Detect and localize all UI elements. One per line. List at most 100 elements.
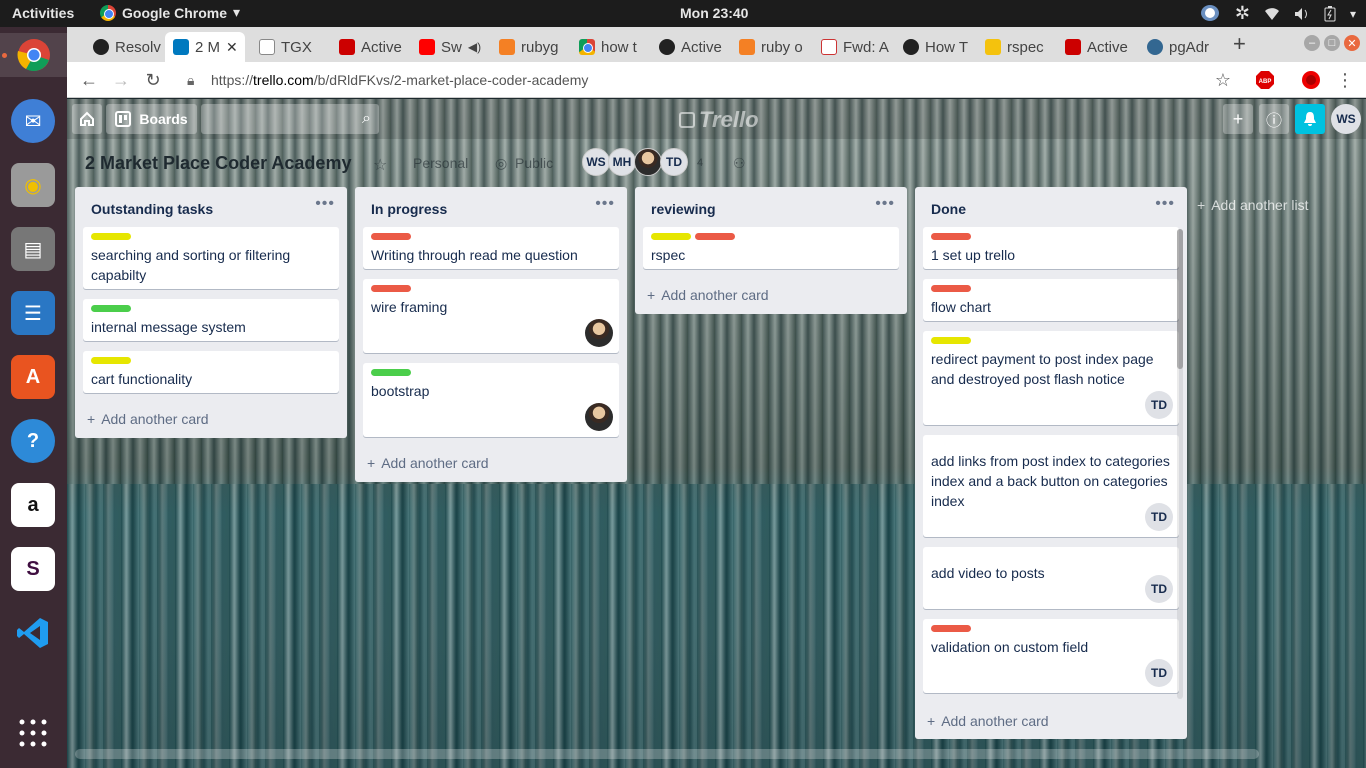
launcher-files[interactable]: ▤ [11,227,55,271]
tab-resolv[interactable]: Resolv [85,32,161,62]
launcher-writer[interactable]: ☰ [11,291,55,335]
board-horizontal-scrollbar[interactable] [75,749,1259,759]
tab-how-t[interactable]: How T [895,32,973,62]
list-title[interactable]: In progress [371,201,447,217]
card-member-avatar[interactable]: TD [1145,575,1173,603]
add-list-button[interactable]: + Add another list [1197,197,1308,213]
list-title[interactable]: Done [931,201,966,217]
add-card-button[interactable]: + Add another card [927,713,1049,729]
card[interactable]: internal message system [83,299,339,341]
visibility-label[interactable]: Public [515,155,553,171]
member-avatar[interactable]: TD [660,148,688,176]
home-button[interactable] [72,104,102,134]
tab-tgx[interactable]: TGX [251,32,331,62]
card[interactable]: wire framing [363,279,619,353]
card[interactable]: Writing through read me question [363,227,619,269]
tab-ruby-o[interactable]: ruby o [731,32,809,62]
launcher-chrome[interactable] [0,33,67,77]
card-member-avatar[interactable]: TD [1145,391,1173,419]
trello-logo[interactable]: Trello [679,107,759,133]
launcher-rhythmbox[interactable]: ◉ [11,163,55,207]
adblock-icon[interactable]: ABP [1255,70,1275,90]
add-card-button[interactable]: + Add another card [367,455,489,471]
card-member-avatar[interactable]: TD [1145,659,1173,687]
invite-member-icon[interactable]: ⚇ [733,155,746,172]
card[interactable]: validation on custom field TD [923,619,1179,693]
search-input[interactable]: ⌕ [201,104,379,134]
launcher-slack[interactable]: S [11,547,55,591]
card[interactable]: bootstrap [363,363,619,437]
tab-active-3[interactable]: Active [1057,32,1135,62]
info-button[interactable]: ⓘ [1259,104,1289,134]
notifications-button[interactable] [1295,104,1325,134]
wifi-icon[interactable] [1264,7,1280,21]
list-title[interactable]: Outstanding tasks [91,201,213,217]
tab-pgadmin[interactable]: pgAdr [1139,32,1221,62]
app-menu[interactable]: Google Chrome ▾ [100,4,240,21]
gear-icon[interactable]: ✲ [1235,3,1250,24]
create-button[interactable]: + [1223,104,1253,134]
card-member-avatar[interactable] [585,319,613,347]
bookmark-star-icon[interactable]: ☆ [1213,70,1233,90]
power-menu-icon[interactable]: ▾ [1350,7,1356,21]
list-menu-icon[interactable]: ••• [875,195,895,213]
add-card-button[interactable]: + Add another card [647,287,769,303]
card[interactable]: add video to posts TD [923,547,1179,609]
forward-arrow-icon[interactable]: → [109,68,133,92]
tab-active-1[interactable]: Active [331,32,409,62]
launcher-thunderbird[interactable]: ✉ [11,99,55,143]
tab-trello-board[interactable]: 2 M ✕ [165,32,245,62]
address-bar[interactable]: 🔒︎ https://trello.com/b/dRldFKvs/2-marke… [177,66,1237,94]
reload-icon[interactable]: ↻ [141,68,165,92]
tab-rspec[interactable]: rspec [977,32,1053,62]
minimize-icon[interactable]: – [1304,35,1320,51]
boards-button[interactable]: Boards [106,104,197,134]
maximize-icon[interactable]: □ [1324,35,1340,51]
list-title[interactable]: reviewing [651,201,716,217]
speaker-icon[interactable]: ◀) [468,40,481,54]
team-label[interactable]: Personal [413,155,468,171]
clock[interactable]: Mon 23:40 [680,5,748,21]
list-menu-icon[interactable]: ••• [1155,195,1175,213]
menu-kebab-icon[interactable]: ⋮ [1335,70,1355,90]
close-window-icon[interactable]: ✕ [1344,35,1360,51]
member-avatar-photo[interactable] [634,148,662,176]
close-tab-icon[interactable]: ✕ [226,39,238,56]
postgres-elephant-icon[interactable] [1199,4,1221,24]
launcher-amazon[interactable]: a [11,483,55,527]
list-menu-icon[interactable]: ••• [595,195,615,213]
tab-youtube[interactable]: Sw ◀) [411,32,489,62]
card[interactable]: add links from post index to categories … [923,435,1179,537]
board-title[interactable]: 2 Market Place Coder Academy [85,153,351,174]
user-avatar[interactable]: WS [1331,104,1361,134]
launcher-show-apps[interactable] [11,711,55,755]
card[interactable]: searching and sorting or filtering capab… [83,227,339,289]
tab-rubyg[interactable]: rubyg [491,32,569,62]
card[interactable]: rspec [643,227,899,269]
member-avatar[interactable]: MH [608,148,636,176]
activities-button[interactable]: Activities [12,5,74,21]
launcher-software[interactable]: A [11,355,55,399]
volume-icon[interactable] [1294,7,1310,21]
list-scrollbar[interactable] [1177,229,1183,699]
back-arrow-icon[interactable]: ← [77,68,101,92]
tab-google-search[interactable]: how t [571,32,649,62]
extension-icon[interactable] [1301,70,1321,90]
member-avatar[interactable]: WS [582,148,610,176]
card[interactable]: flow chart [923,279,1179,321]
star-board-icon[interactable]: ☆ [373,155,387,175]
new-tab-button[interactable]: + [1233,31,1246,57]
tab-active-2[interactable]: Active [651,32,729,62]
battery-icon[interactable] [1324,5,1336,22]
scrollbar-thumb[interactable] [1177,229,1183,369]
card[interactable]: 1 set up trello [923,227,1179,269]
list-menu-icon[interactable]: ••• [315,195,335,213]
tab-gmail[interactable]: Fwd: A [813,32,891,62]
launcher-vscode[interactable] [11,611,55,655]
card[interactable]: cart functionality [83,351,339,393]
add-card-button[interactable]: + Add another card [87,411,209,427]
card-member-avatar[interactable]: TD [1145,503,1173,531]
launcher-help[interactable]: ? [11,419,55,463]
card[interactable]: redirect payment to post index page and … [923,331,1179,425]
card-member-avatar[interactable] [585,403,613,431]
